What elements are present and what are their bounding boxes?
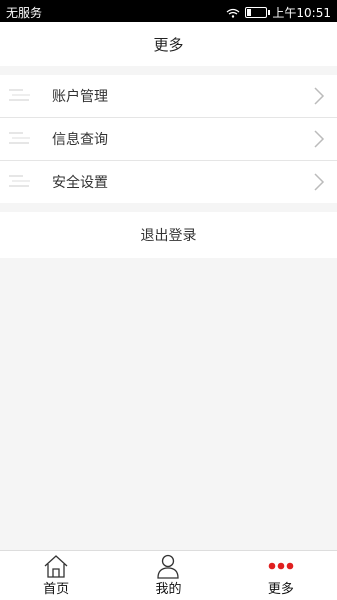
account-icon [9,89,30,101]
menu-label: 安全设置 [52,175,108,191]
menu-label: 信息查询 [52,132,108,148]
tab-label: 首页 [43,582,70,597]
menu-item-security[interactable]: 安全设置 [0,161,337,203]
tab-more[interactable]: 更多 [225,551,337,600]
chevron-right-icon [314,173,325,191]
security-icon [9,175,30,187]
chevron-right-icon [314,130,325,148]
menu-item-account[interactable]: 账户管理 [0,75,337,118]
chevron-right-icon [314,87,325,105]
menu-list: 账户管理 信息查询 安全设置 [0,75,337,203]
page-title: 更多 [0,22,337,66]
user-icon [157,554,180,579]
info-icon [9,132,30,144]
home-icon [44,555,68,578]
tab-label: 更多 [267,582,294,597]
status-icons: 上午10:51 [226,4,331,21]
bottom-tab-bar: 首页 我的 更多 [0,550,337,600]
status-bar: 无服务 上午10:51 [0,0,337,22]
menu-item-info[interactable]: 信息查询 [0,118,337,161]
wifi-icon [226,8,240,18]
logout-button[interactable]: 退出登录 [0,212,337,258]
battery-icon [245,7,271,18]
menu-label: 账户管理 [52,89,108,105]
more-icon [268,562,294,570]
tab-label: 我的 [155,582,182,597]
tab-home[interactable]: 首页 [0,551,112,600]
time-text: 上午10:51 [272,6,331,20]
carrier-text: 无服务 [6,6,43,20]
tab-mine[interactable]: 我的 [112,551,224,600]
